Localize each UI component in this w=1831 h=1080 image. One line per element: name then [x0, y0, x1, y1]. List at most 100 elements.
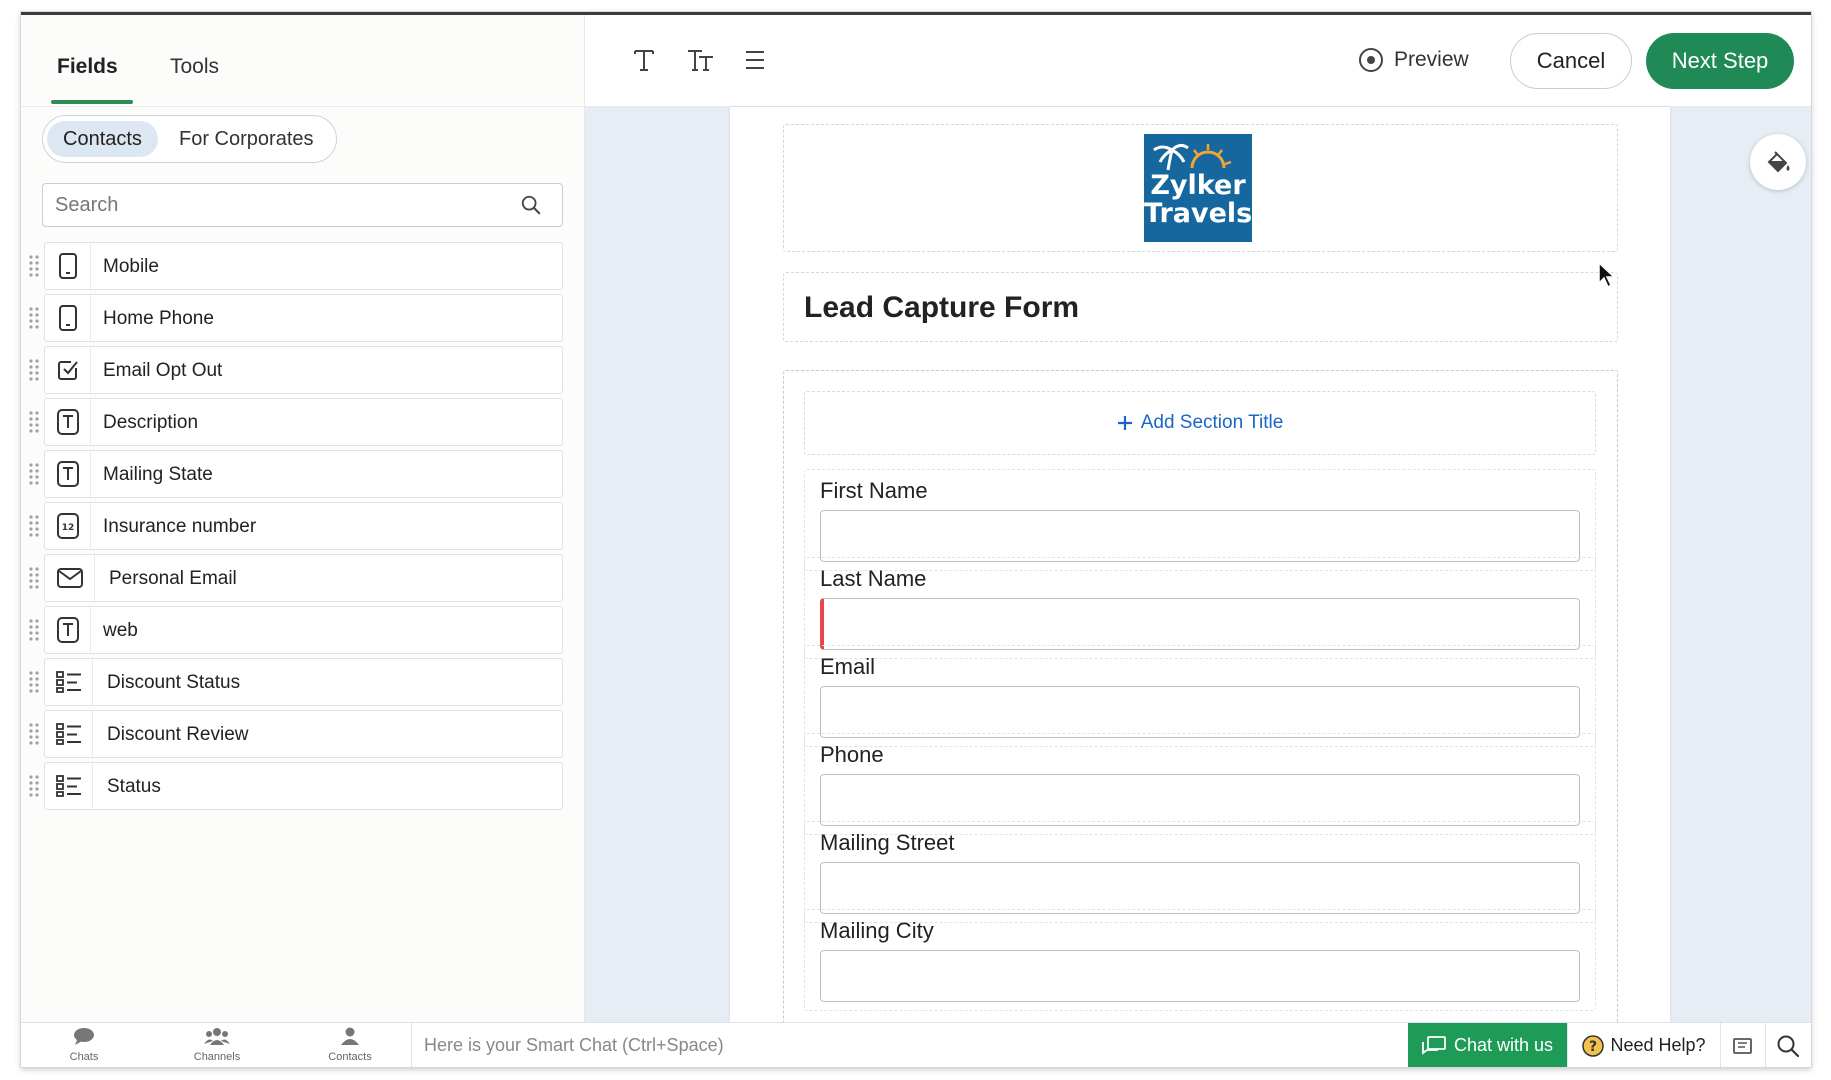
nav-contacts[interactable]: Contacts	[305, 1027, 395, 1065]
nav-label: Channels	[193, 1051, 241, 1063]
field-label: Discount Status	[107, 672, 241, 693]
logo-block[interactable]: Zylker Travels	[783, 124, 1618, 252]
need-help-button[interactable]: ? Need Help?	[1567, 1023, 1720, 1067]
chat-bubble-icon	[74, 1028, 94, 1045]
phone-icon	[45, 295, 91, 341]
list-item: Mobile	[21, 242, 585, 290]
picklist-icon	[45, 711, 93, 757]
paint-bucket-icon	[1767, 151, 1790, 173]
field-home-phone[interactable]: Home Phone	[44, 294, 563, 342]
text-field-icon	[45, 451, 91, 497]
field-search	[42, 183, 563, 227]
logo-line-2: Travels	[1144, 198, 1252, 229]
drag-handle-icon[interactable]	[28, 774, 40, 798]
field-mobile[interactable]: Mobile	[44, 242, 563, 290]
first-name-input[interactable]	[820, 510, 1580, 562]
drag-handle-icon[interactable]	[28, 462, 40, 486]
drag-handle-icon[interactable]	[28, 722, 40, 746]
list-item: Discount Status	[21, 658, 585, 706]
notes-button[interactable]	[1720, 1023, 1765, 1067]
drag-handle-icon[interactable]	[28, 670, 40, 694]
segment-for-corporates[interactable]: For Corporates	[163, 121, 330, 157]
preview-label: Preview	[1394, 48, 1469, 71]
email-input[interactable]	[820, 686, 1580, 738]
next-step-button[interactable]: Next Step	[1646, 33, 1794, 89]
field-label: Home Phone	[103, 308, 214, 329]
help-icon: ?	[1582, 1034, 1605, 1057]
tab-fields[interactable]: Fields	[57, 55, 118, 79]
field-insurance-number[interactable]: 12 Insurance number	[44, 502, 563, 550]
text-field-icon	[45, 607, 91, 653]
field-label: web	[103, 620, 138, 641]
form-field-mailing-city[interactable]: Mailing City	[804, 909, 1596, 1011]
mailing-street-input[interactable]	[820, 862, 1580, 914]
text-field-icon	[45, 399, 91, 445]
eye-icon	[1359, 48, 1383, 72]
field-discount-status[interactable]: Discount Status	[44, 658, 563, 706]
field-personal-email[interactable]: Personal Email	[44, 554, 563, 602]
form-section: Add Section Title First Name Last Name E…	[783, 370, 1618, 1022]
form-field-phone[interactable]: Phone	[804, 733, 1596, 835]
list-item: web	[21, 606, 585, 654]
phone-input[interactable]	[820, 774, 1580, 826]
text-size-icon[interactable]	[685, 45, 715, 75]
search-icon[interactable]	[520, 194, 542, 216]
drag-handle-icon[interactable]	[28, 358, 40, 382]
need-help-label: Need Help?	[1610, 1035, 1706, 1055]
drag-handle-icon[interactable]	[28, 618, 40, 642]
mailing-city-input[interactable]	[820, 950, 1580, 1002]
field-discount-review[interactable]: Discount Review	[44, 710, 563, 758]
nav-label: Chats	[69, 1051, 99, 1063]
segment-contacts[interactable]: Contacts	[47, 121, 158, 157]
preview-button[interactable]: Preview	[1358, 43, 1469, 77]
list-item: Status	[21, 762, 585, 810]
smart-chat-input[interactable]	[424, 1032, 1224, 1058]
align-icon[interactable]	[740, 45, 770, 75]
checkbox-icon	[45, 347, 91, 393]
drag-handle-icon[interactable]	[28, 410, 40, 434]
field-label: Status	[107, 776, 161, 797]
field-label: Mailing State	[103, 464, 213, 485]
drag-handle-icon[interactable]	[28, 306, 40, 330]
form-field-mailing-street[interactable]: Mailing Street	[804, 821, 1596, 923]
app-window: Fields Tools Contacts For Corporates Mob…	[21, 12, 1811, 1067]
chat-with-us-button[interactable]: Chat with us	[1408, 1023, 1567, 1067]
list-item: Discount Review	[21, 710, 585, 758]
add-section-title-button[interactable]: Add Section Title	[804, 391, 1596, 455]
logo-line-1: Zylker	[1150, 170, 1246, 201]
field-email-opt-out[interactable]: Email Opt Out	[44, 346, 563, 394]
field-label: Personal Email	[109, 568, 237, 589]
drag-handle-icon[interactable]	[28, 566, 40, 590]
company-logo: Zylker Travels	[1144, 134, 1252, 242]
form-field-first-name[interactable]: First Name	[804, 469, 1596, 571]
form-title: Lead Capture Form	[804, 291, 1080, 324]
notes-icon	[1733, 1037, 1752, 1054]
nav-channels[interactable]: Channels	[172, 1027, 262, 1065]
svg-text:12: 12	[61, 523, 74, 533]
text-icon[interactable]	[629, 45, 659, 75]
drag-handle-icon[interactable]	[28, 254, 40, 278]
form-page: Zylker Travels Lead Capture Form Add Sec…	[730, 107, 1670, 1022]
smart-chat	[411, 1023, 1409, 1067]
field-label: Discount Review	[107, 724, 249, 745]
form-field-email[interactable]: Email	[804, 645, 1596, 747]
nav-chats[interactable]: Chats	[39, 1027, 129, 1065]
field-label: Description	[103, 412, 199, 433]
form-field-last-name[interactable]: Last Name	[804, 557, 1596, 659]
field-status[interactable]: Status	[44, 762, 563, 810]
field-label: Mailing City	[820, 918, 934, 943]
search-input[interactable]	[55, 192, 495, 218]
list-item: Personal Email	[21, 554, 585, 602]
global-search-button[interactable]	[1765, 1023, 1810, 1067]
last-name-input[interactable]	[820, 598, 1580, 650]
field-web[interactable]: web	[44, 606, 563, 654]
fields-panel: Fields Tools Contacts For Corporates Mob…	[21, 15, 585, 1022]
list-item: Description	[21, 398, 585, 446]
cancel-button[interactable]: Cancel	[1510, 33, 1632, 89]
field-mailing-state[interactable]: Mailing State	[44, 450, 563, 498]
theme-button[interactable]	[1750, 134, 1806, 190]
field-description[interactable]: Description	[44, 398, 563, 446]
title-block[interactable]: Lead Capture Form	[783, 272, 1618, 342]
tab-tools[interactable]: Tools	[170, 55, 219, 79]
drag-handle-icon[interactable]	[28, 514, 40, 538]
